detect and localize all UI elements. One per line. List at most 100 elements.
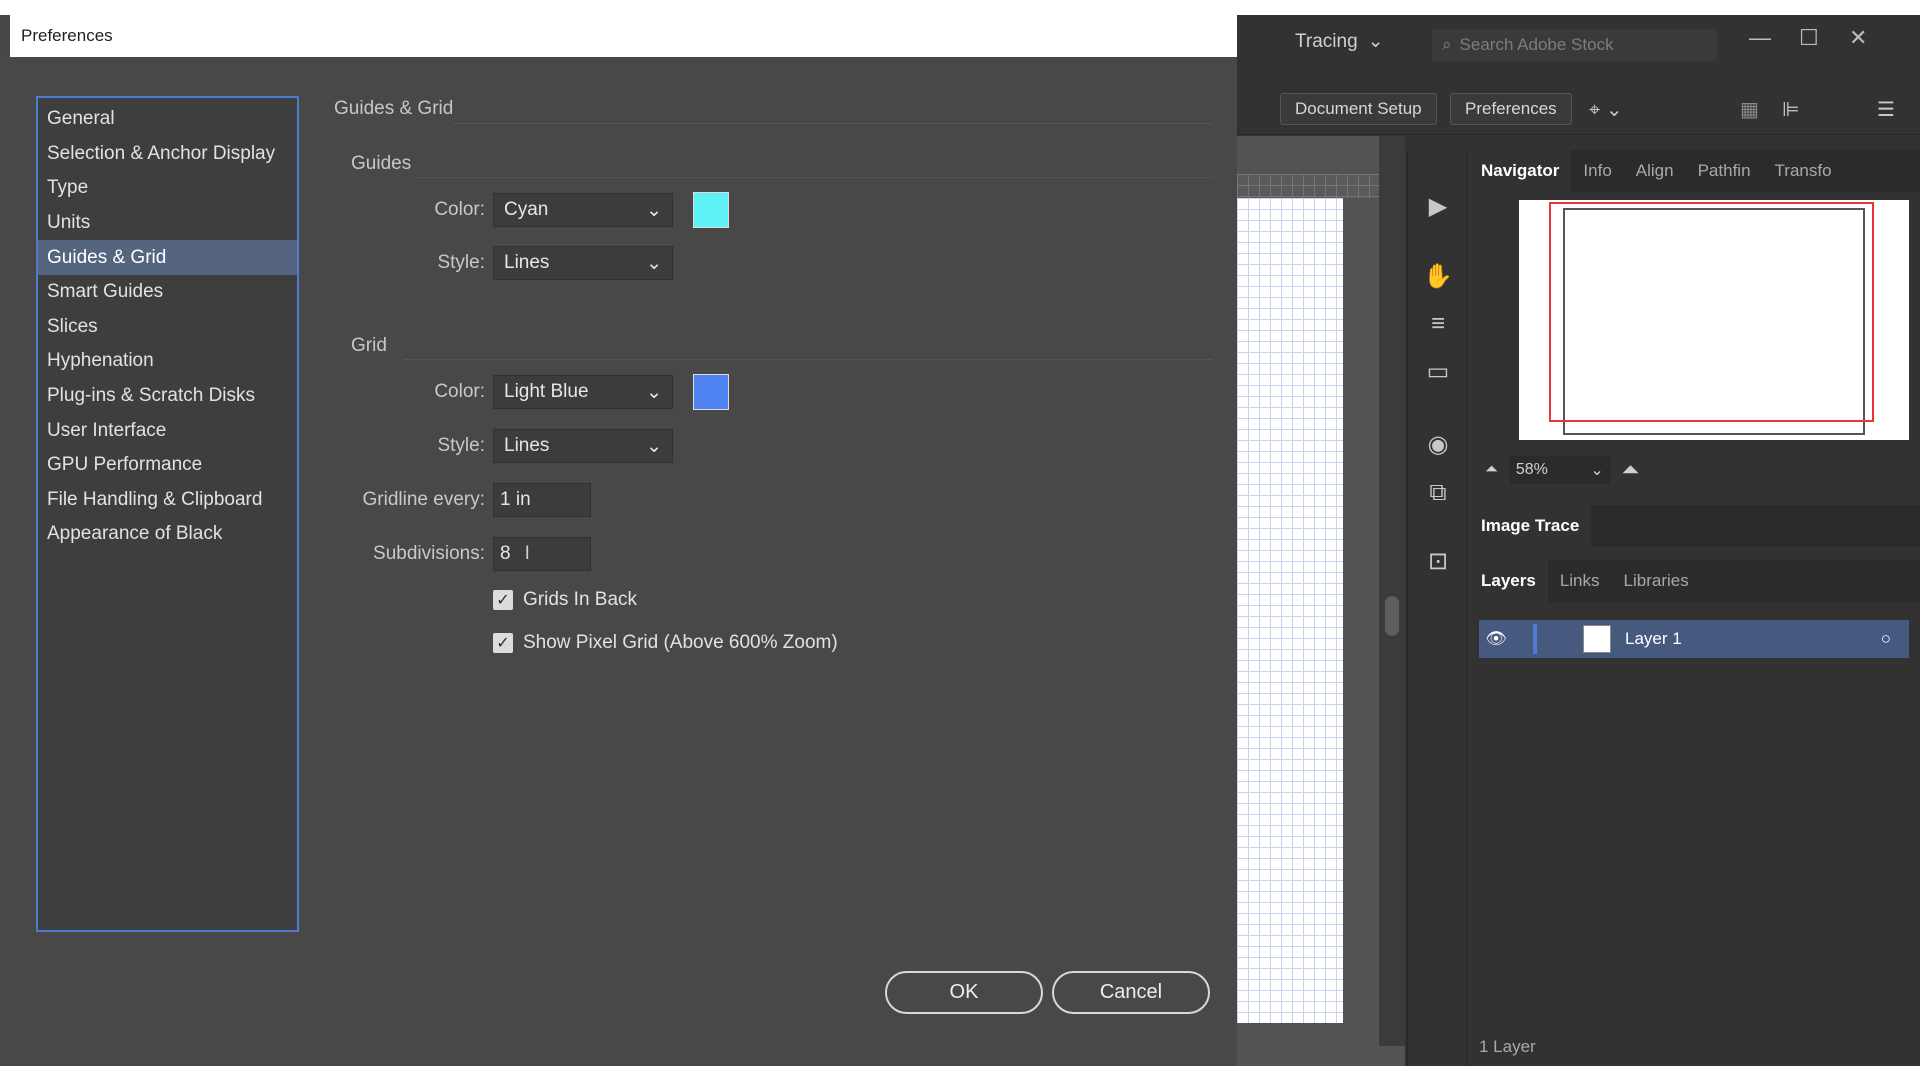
tab-navigator[interactable]: Navigator xyxy=(1469,150,1572,192)
subdivisions-label: Subdivisions: xyxy=(373,543,485,564)
category-appearance-of-black[interactable]: Appearance of Black xyxy=(38,517,297,552)
tab-info[interactable]: Info xyxy=(1571,150,1623,192)
grid-style-label: Style: xyxy=(437,435,485,456)
category-smart-guides[interactable]: Smart Guides xyxy=(38,275,297,310)
tab-transform[interactable]: Transfo xyxy=(1763,150,1844,192)
show-pixel-grid-label: Show Pixel Grid (Above 600% Zoom) xyxy=(523,632,838,653)
guides-color-select[interactable]: Cyan ⌄ xyxy=(493,193,673,227)
layers-tabs: Layers Links Libraries xyxy=(1469,560,1920,602)
category-user-interface[interactable]: User Interface xyxy=(38,413,297,448)
target-icon[interactable]: ○ xyxy=(1881,629,1891,649)
category-plugins[interactable]: Plug-ins & Scratch Disks xyxy=(38,379,297,414)
navigator-zoom-row: ⏶ 58% ⌄ ⏶ xyxy=(1469,450,1920,490)
category-selection-anchor[interactable]: Selection & Anchor Display xyxy=(38,137,297,172)
guides-style-select[interactable]: Lines ⌄ xyxy=(493,246,673,280)
panel-title: Guides & Grid xyxy=(334,98,454,119)
grids-in-back-label: Grids In Back xyxy=(523,589,638,610)
maximize-icon[interactable]: ☐ xyxy=(1799,25,1819,51)
guides-divider xyxy=(413,177,1213,178)
tab-libraries[interactable]: Libraries xyxy=(1612,560,1701,602)
category-slices[interactable]: Slices xyxy=(38,310,297,345)
grid-color-label: Color: xyxy=(434,381,485,402)
grid-color-select[interactable]: Light Blue ⌄ xyxy=(493,375,673,409)
grid-color-value: Light Blue xyxy=(504,381,589,402)
menu-icon[interactable]: ☰ xyxy=(1877,97,1895,122)
appearance-icon[interactable]: ◉ xyxy=(1422,428,1454,460)
gradient-icon[interactable]: ▭ xyxy=(1422,355,1454,387)
artboard[interactable] xyxy=(1237,198,1343,1023)
grid-color-swatch[interactable] xyxy=(693,374,729,410)
puppet-warp-icon[interactable]: ✋ xyxy=(1422,260,1454,292)
cancel-button[interactable]: Cancel xyxy=(1052,971,1210,1014)
image-trace-icon[interactable]: ⊡ xyxy=(1422,545,1454,577)
workspace-label: Tracing xyxy=(1295,30,1358,52)
chevron-down-icon: ⌄ xyxy=(1590,462,1604,479)
category-type[interactable]: Type xyxy=(38,171,297,206)
chevron-down-icon: ⌄ xyxy=(1367,31,1384,52)
right-panels: Navigator Info Align Pathfin Transfo ⏶ 5… xyxy=(1469,150,1920,1066)
preferences-button[interactable]: Preferences xyxy=(1450,93,1572,125)
zoom-value: 58% xyxy=(1515,461,1548,478)
grids-in-back-option[interactable]: ✓ Grids In Back xyxy=(493,589,637,611)
tab-layers[interactable]: Layers xyxy=(1469,560,1548,602)
layers-footer: 1 Layer xyxy=(1469,1028,1920,1066)
grid-divider xyxy=(403,359,1213,360)
preferences-dialog: Preferences General Selection & Anchor D… xyxy=(0,15,1237,1066)
close-icon[interactable]: ✕ xyxy=(1849,25,1867,51)
dialog-body: General Selection & Anchor Display Type … xyxy=(0,57,1237,1066)
document-setup-button[interactable]: Document Setup xyxy=(1280,93,1437,125)
category-units[interactable]: Units xyxy=(38,206,297,241)
navigator-preview[interactable] xyxy=(1519,200,1909,440)
layer-thumbnail xyxy=(1583,625,1611,653)
tab-pathfinder[interactable]: Pathfin xyxy=(1686,150,1763,192)
grids-in-back-checkbox[interactable]: ✓ xyxy=(493,590,513,610)
grid-view-icon[interactable]: ▦ xyxy=(1740,97,1759,122)
transform-icon[interactable]: ⧉ xyxy=(1422,477,1454,509)
category-file-handling[interactable]: File Handling & Clipboard xyxy=(38,483,297,518)
show-pixel-grid-checkbox[interactable]: ✓ xyxy=(493,633,513,653)
dialog-title: Preferences xyxy=(21,26,113,45)
subdivisions-input[interactable]: 8 Ι xyxy=(493,537,591,571)
zoom-in-icon[interactable]: ⏶ xyxy=(1622,457,1640,483)
gridline-every-value: 1 in xyxy=(500,489,531,510)
show-pixel-grid-option[interactable]: ✓ Show Pixel Grid (Above 600% Zoom) xyxy=(493,632,838,654)
category-general[interactable]: General xyxy=(38,102,297,137)
ok-button[interactable]: OK xyxy=(885,971,1043,1014)
stroke-icon[interactable]: ≡ xyxy=(1422,308,1454,340)
guides-color-value: Cyan xyxy=(504,199,549,220)
arrange-icon[interactable]: ⌖ ⌄ xyxy=(1589,97,1623,122)
navigator-view-box[interactable] xyxy=(1549,202,1874,422)
tab-image-trace[interactable]: Image Trace xyxy=(1469,505,1592,547)
category-guides-grid[interactable]: Guides & Grid xyxy=(38,240,297,275)
illustrator-window: Tracing ⌄ ⌕ Search Adobe Stock — ☐ ✕ Doc… xyxy=(1237,15,1920,1066)
panel-icon-strip: ▶ ✋ ≡ ▭ ◉ ⧉ ⊡ xyxy=(1407,150,1467,1066)
category-hyphenation[interactable]: Hyphenation xyxy=(38,344,297,379)
settings-panel: Guides & Grid Guides Color: Cyan ⌄ Style… xyxy=(333,57,1213,1066)
guides-color-swatch[interactable] xyxy=(693,192,729,228)
zoom-field[interactable]: 58% ⌄ xyxy=(1509,456,1610,484)
workspace-switcher[interactable]: Tracing ⌄ xyxy=(1295,30,1384,53)
gridline-every-label: Gridline every: xyxy=(362,489,486,510)
vertical-scrollbar[interactable] xyxy=(1379,136,1405,1046)
chevron-down-icon: ⌄ xyxy=(646,435,662,457)
chevron-down-icon: ⌄ xyxy=(646,199,662,221)
minimize-icon[interactable]: — xyxy=(1749,25,1771,51)
text-cursor-icon: Ι xyxy=(524,543,530,564)
zoom-out-icon[interactable]: ⏶ xyxy=(1485,461,1498,479)
grid-style-select[interactable]: Lines ⌄ xyxy=(493,429,673,463)
tab-align[interactable]: Align xyxy=(1624,150,1686,192)
guides-color-label: Color: xyxy=(434,199,485,220)
control-bar: Document Setup Preferences ⌖ ⌄ ▦ ⊫ ☰ xyxy=(1237,85,1920,135)
layer-row[interactable]: 👁 Layer 1 ○ xyxy=(1479,620,1909,658)
scrollbar-thumb[interactable] xyxy=(1385,596,1399,636)
image-trace-tabs: Image Trace xyxy=(1469,505,1920,547)
align-icon[interactable]: ⊫ xyxy=(1782,97,1799,122)
dialog-title-bar: Preferences xyxy=(10,15,1237,57)
play-icon[interactable]: ▶ xyxy=(1422,190,1454,222)
gridline-every-input[interactable]: 1 in xyxy=(493,483,591,517)
app-top-bar: Tracing ⌄ ⌕ Search Adobe Stock — ☐ ✕ xyxy=(1237,15,1920,75)
stock-search-field[interactable]: ⌕ Search Adobe Stock xyxy=(1432,29,1717,61)
eye-icon[interactable]: 👁 xyxy=(1479,629,1513,649)
category-gpu-performance[interactable]: GPU Performance xyxy=(38,448,297,483)
tab-links[interactable]: Links xyxy=(1548,560,1612,602)
